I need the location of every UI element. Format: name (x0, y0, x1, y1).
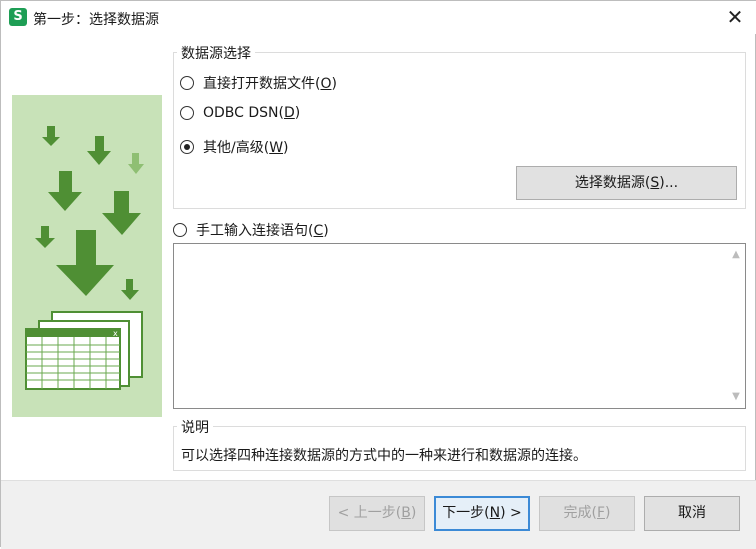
datasource-group-legend: 数据源选择 (177, 43, 255, 63)
next-button[interactable]: 下一步(N) > (434, 496, 530, 531)
svg-text:x: x (113, 329, 118, 338)
down-arrow-icon (48, 171, 82, 211)
radio-other-advanced[interactable]: 其他/高级(W) (180, 137, 289, 157)
scroll-up-icon[interactable]: ▲ (731, 250, 741, 260)
connection-statement-textarea[interactable]: ▲ ▼ (173, 243, 746, 409)
dialog-footer: < 上一步(B) 下一步(N) > 完成(F) 取消 (1, 480, 756, 549)
down-arrow-icon (56, 230, 114, 296)
vertical-scrollbar[interactable]: ▲ ▼ (728, 244, 745, 408)
select-datasource-button[interactable]: 选择数据源(S)... (516, 166, 737, 200)
dialog-title: 第一步：选择数据源 (33, 12, 159, 28)
radio-label: ODBC DSN(D) (203, 105, 301, 121)
down-arrow-icon (42, 126, 60, 146)
back-button[interactable]: < 上一步(B) (329, 496, 425, 531)
down-arrow-icon (87, 136, 111, 165)
title-bar: S 第一步：选择数据源 ✕ (1, 1, 756, 34)
app-logo-icon: S (9, 8, 27, 26)
wizard-illustration: x (12, 95, 162, 417)
down-arrow-icon (128, 153, 144, 174)
radio-button-indicator[interactable] (180, 76, 194, 90)
close-button[interactable]: ✕ (723, 5, 747, 29)
spreadsheet-icon: x (25, 311, 143, 390)
radio-label: 直接打开数据文件(O) (203, 76, 337, 92)
finish-button[interactable]: 完成(F) (539, 496, 635, 531)
database-arrows-illustration: x (25, 126, 144, 390)
radio-odbc-dsn[interactable]: ODBC DSN(D) (180, 105, 300, 121)
description-legend: 说明 (177, 417, 213, 437)
cancel-button[interactable]: 取消 (644, 496, 740, 531)
scroll-down-icon[interactable]: ▼ (731, 392, 741, 402)
description-text: 可以选择四种连接数据源的方式中的一种来进行和数据源的连接。 (181, 448, 587, 464)
radio-manual-connection[interactable]: 手工输入连接语句(C) (173, 220, 329, 240)
down-arrow-icon (35, 226, 55, 248)
wizard-dialog: S 第一步：选择数据源 ✕ x 数据源选择 直接打开数据文件(O) ODBC D… (0, 0, 756, 549)
radio-button-indicator[interactable] (180, 140, 194, 154)
radio-open-data-file[interactable]: 直接打开数据文件(O) (180, 73, 337, 93)
radio-button-indicator[interactable] (180, 106, 194, 120)
radio-button-indicator[interactable] (173, 223, 187, 237)
down-arrow-icon (121, 279, 139, 300)
radio-label: 手工输入连接语句(C) (196, 223, 329, 239)
radio-label: 其他/高级(W) (203, 140, 289, 156)
down-arrow-icon (102, 191, 141, 235)
